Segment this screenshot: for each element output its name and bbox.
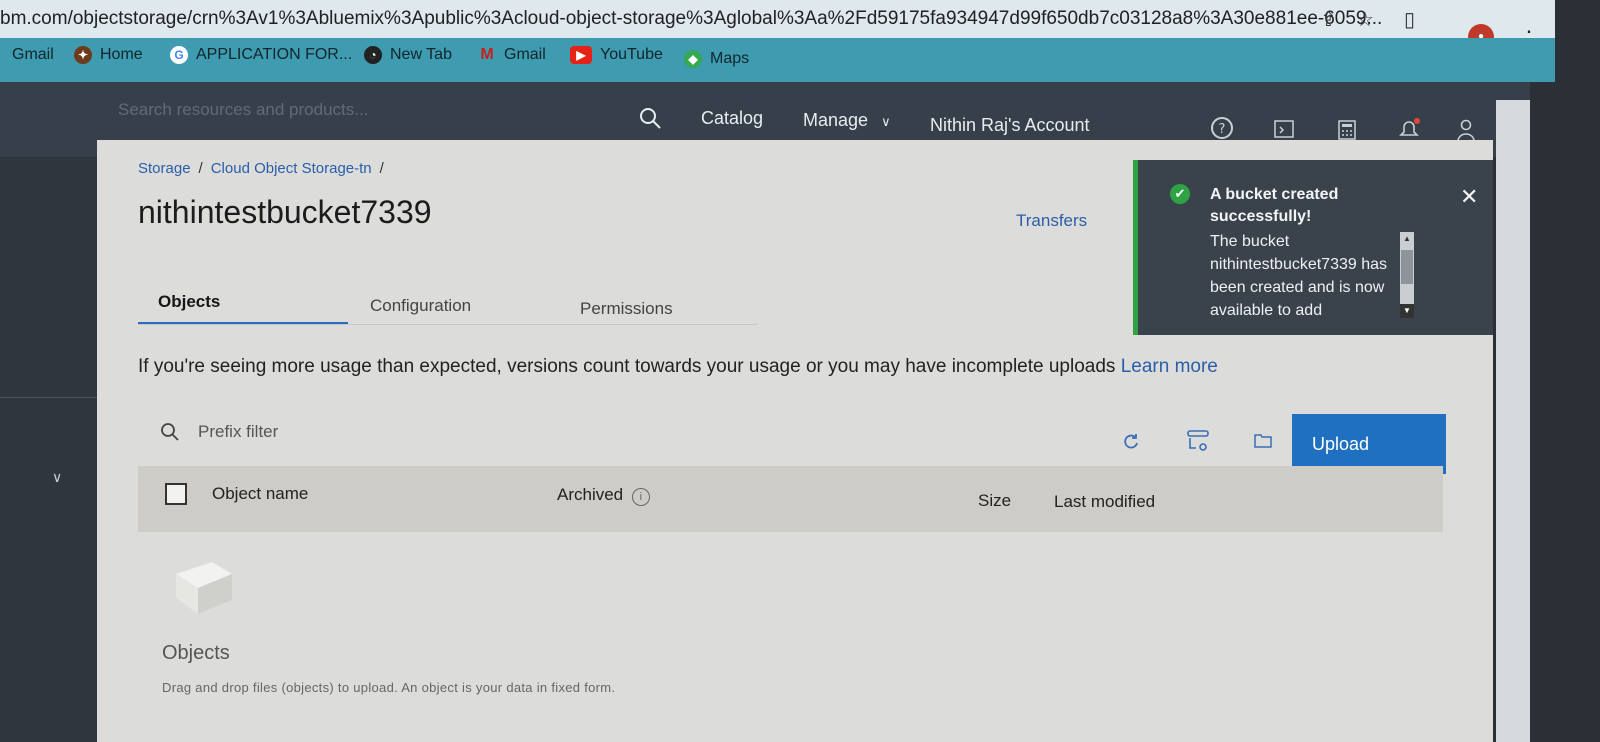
toast-body: The bucket nithintestbucket7339 has been… <box>1210 233 1388 319</box>
breadcrumb-separator: / <box>198 160 203 177</box>
expand-chevron-icon[interactable]: ∨ <box>52 469 62 486</box>
tab-permissions[interactable]: Permissions <box>580 299 673 319</box>
left-nav-divider <box>0 397 97 398</box>
empty-state-title: Objects <box>162 642 230 664</box>
bookmarks-bar: Gmail ✦ Home G APPLICATION FOR... ◔ New Tab… <box>0 38 1555 82</box>
scroll-up-arrow-icon[interactable]: ▲ <box>1400 232 1414 246</box>
toast-scroll-thumb[interactable] <box>1401 250 1413 284</box>
bookmark-youtube[interactable]: ▶ YouTube <box>570 46 663 64</box>
empty-objects-cube-icon <box>176 562 232 614</box>
breadcrumb-cloud-object-storage[interactable]: Cloud Object Storage-tn <box>211 160 372 177</box>
toast-title: A bucket created successfully! <box>1210 186 1339 225</box>
youtube-icon: ▶ <box>570 46 592 64</box>
success-toast: ✔ A bucket created successfully! The buc… <box>1133 160 1493 335</box>
bookmark-gmail[interactable]: Gmail <box>12 46 54 64</box>
usage-notice-text: If you're seeing more usage than expecte… <box>138 356 1116 377</box>
left-navigation: ∨ <box>0 157 97 742</box>
google-icon: G <box>170 46 188 64</box>
breadcrumb-storage[interactable]: Storage <box>138 160 191 177</box>
select-all-checkbox[interactable] <box>165 483 187 505</box>
bookmark-gmail-2[interactable]: M Gmail <box>478 46 545 64</box>
success-check-icon: ✔ <box>1170 184 1190 204</box>
prefix-filter-input[interactable]: Prefix filter <box>160 422 278 442</box>
column-last-modified[interactable]: Last modified <box>1054 492 1155 512</box>
learn-more-link[interactable]: Learn more <box>1121 356 1218 377</box>
home-bookmark-icon: ✦ <box>74 46 92 64</box>
search-icon[interactable] <box>638 106 662 136</box>
new-tab-icon: ◔ <box>364 46 382 64</box>
bookmark-application[interactable]: G APPLICATION FOR... <box>170 46 352 64</box>
tab-objects[interactable]: Objects <box>158 292 220 312</box>
table-header <box>138 466 1443 532</box>
prefix-filter-placeholder: Prefix filter <box>198 422 279 441</box>
url-text[interactable]: bm.com/objectstorage/crn%3Av1%3Abluemix%… <box>0 8 1382 30</box>
svg-text:?: ? <box>1219 122 1226 137</box>
transfers-link[interactable]: Transfers <box>1016 211 1087 231</box>
tab-divider <box>138 324 758 325</box>
column-archived[interactable]: Archived i <box>557 485 650 506</box>
column-object-name[interactable]: Object name <box>212 484 308 504</box>
scroll-down-arrow-icon[interactable]: ▼ <box>1400 304 1414 318</box>
breadcrumb-separator: / <box>379 160 384 177</box>
column-size[interactable]: Size <box>978 491 1011 511</box>
maps-icon: ◆ <box>684 50 702 68</box>
bookmark-maps[interactable]: ◆ Maps <box>684 50 749 68</box>
column-archived-label: Archived <box>557 485 624 504</box>
page-scrollbar[interactable] <box>1496 100 1530 742</box>
usage-notice: If you're seeing more usage than expecte… <box>138 356 1218 378</box>
bookmark-home[interactable]: ✦ Home <box>74 46 143 64</box>
settings-icon[interactable] <box>1186 428 1212 459</box>
toast-scrollbar[interactable]: ▲ ▼ <box>1400 232 1414 318</box>
info-icon[interactable]: i <box>631 488 650 506</box>
chevron-down-icon: ∨ <box>881 114 891 129</box>
page-title: nithintestbucket7339 <box>138 194 432 230</box>
account-switcher[interactable]: Nithin Raj's Account <box>930 115 1090 136</box>
gmail-icon: M <box>480 46 494 63</box>
browser-url-bar[interactable]: bm.com/objectstorage/crn%3Av1%3Abluemix%… <box>0 0 1555 39</box>
global-search-input[interactable]: Search resources and products... <box>118 100 368 120</box>
search-icon <box>161 423 179 441</box>
folder-icon[interactable] <box>1254 432 1272 453</box>
share-icon[interactable]: ⇪ <box>1320 7 1337 32</box>
breadcrumb: Storage / Cloud Object Storage-tn / <box>138 160 392 177</box>
catalog-link[interactable]: Catalog <box>701 108 763 129</box>
side-panel-icon[interactable]: ▯ <box>1404 7 1415 32</box>
bookmark-star-icon[interactable]: ☆ <box>1356 7 1374 32</box>
upload-button[interactable]: Upload <box>1292 414 1446 474</box>
tab-configuration[interactable]: Configuration <box>370 296 471 316</box>
manage-menu[interactable]: Manage ∨ <box>803 110 891 131</box>
empty-state-description: Drag and drop files (objects) to upload.… <box>162 680 616 695</box>
close-icon[interactable]: ✕ <box>1460 184 1478 210</box>
refresh-icon[interactable] <box>1122 432 1140 455</box>
bookmark-new-tab[interactable]: ◔ New Tab <box>364 46 452 64</box>
